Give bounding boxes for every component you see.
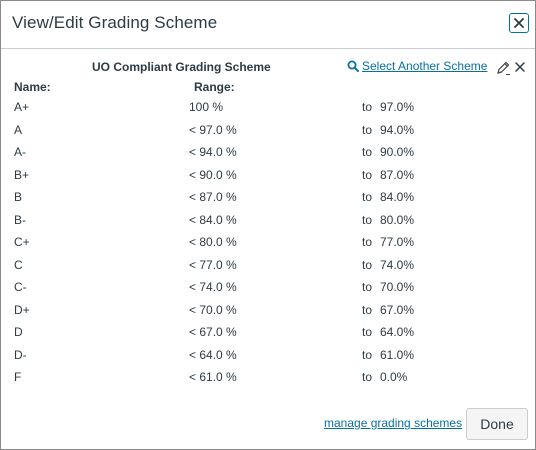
- grade-min-value: 74.0%: [380, 257, 415, 272]
- grading-scheme-table: A+ 100 % to 97.0% A < 97.0 % to 94.0% A- < 94.0 %…: [1, 96, 535, 389]
- dialog-header: View/Edit Grading Scheme: [1, 1, 535, 49]
- grade-name: A-: [14, 145, 26, 159]
- grade-min-value: 90.0%: [380, 145, 415, 159]
- grade-min-value: 61.0%: [380, 347, 415, 362]
- grade-min-value: 84.0%: [380, 190, 415, 204]
- grade-range: < 90.0 %: [189, 167, 237, 182]
- remove-scheme-icon[interactable]: [514, 61, 526, 73]
- grade-row: A- < 94.0 % to 90.0%: [1, 141, 535, 164]
- select-another-scheme-label[interactable]: Select Another Scheme: [362, 59, 487, 73]
- grade-row: C < 77.0 % to 74.0%: [1, 254, 535, 277]
- grade-range: < 70.0 %: [189, 302, 237, 317]
- grade-min-value: 0.0%: [380, 370, 408, 384]
- grade-min-value: 77.0%: [380, 235, 415, 249]
- grade-name: C-: [14, 280, 27, 294]
- grade-to-label: to: [362, 190, 373, 204]
- grade-name: C+: [14, 235, 30, 249]
- grade-name: A+: [14, 100, 30, 114]
- grade-to-label: to: [362, 257, 373, 272]
- grade-min-value: 64.0%: [380, 325, 415, 339]
- grade-row: A < 97.0 % to 94.0%: [1, 119, 535, 142]
- grade-range: < 61.0 %: [189, 370, 237, 384]
- grade-row: B+ < 90.0 % to 87.0%: [1, 164, 535, 187]
- range-column-header: Range:: [194, 80, 235, 94]
- grade-range: < 84.0 %: [189, 212, 237, 227]
- grade-name: B: [14, 190, 23, 204]
- manage-grading-schemes-link[interactable]: manage grading schemes: [324, 416, 462, 430]
- grade-to-label: to: [362, 167, 373, 182]
- grade-range: < 94.0 %: [189, 145, 237, 159]
- grade-row: D+ < 70.0 % to 67.0%: [1, 299, 535, 322]
- grade-to-label: to: [362, 212, 373, 227]
- grade-name: D+: [14, 302, 30, 317]
- grade-name: A: [14, 122, 23, 137]
- grade-min-value: 67.0%: [380, 302, 415, 317]
- grade-to-label: to: [362, 122, 373, 137]
- grade-row: D < 67.0 % to 64.0%: [1, 321, 535, 344]
- name-column-header: Name:: [14, 80, 51, 94]
- grade-range: < 87.0 %: [189, 190, 237, 204]
- grade-range: < 77.0 %: [189, 257, 237, 272]
- grading-scheme-dialog: View/Edit Grading Scheme UO Compliant Gr…: [0, 0, 536, 450]
- grade-min-value: 97.0%: [380, 100, 415, 114]
- grade-to-label: to: [362, 325, 373, 339]
- grade-name: D: [14, 325, 23, 339]
- grade-row: C+ < 80.0 % to 77.0%: [1, 231, 535, 254]
- grade-to-label: to: [362, 100, 373, 114]
- grade-min-value: 94.0%: [380, 122, 415, 137]
- grade-name: B-: [14, 212, 26, 227]
- grade-range: < 80.0 %: [189, 235, 237, 249]
- grade-name: D-: [14, 347, 27, 362]
- grade-to-label: to: [362, 370, 373, 384]
- grade-range: 100 %: [189, 100, 224, 114]
- grade-min-value: 70.0%: [380, 280, 415, 294]
- grade-range: < 74.0 %: [189, 280, 237, 294]
- grade-min-value: 80.0%: [380, 212, 415, 227]
- grade-row: B- < 84.0 % to 80.0%: [1, 209, 535, 232]
- dialog-title: View/Edit Grading Scheme: [12, 13, 218, 32]
- grade-row: C- < 74.0 % to 70.0%: [1, 276, 535, 299]
- grade-range: < 64.0 %: [189, 347, 237, 362]
- grade-to-label: to: [362, 347, 373, 362]
- grade-to-label: to: [362, 235, 373, 249]
- done-button[interactable]: Done: [466, 408, 528, 440]
- select-another-scheme-link[interactable]: Select Another Scheme: [347, 59, 487, 73]
- pencil-icon[interactable]: [495, 60, 511, 76]
- search-icon: [347, 60, 359, 72]
- close-dialog-button[interactable]: [509, 13, 529, 33]
- grade-to-label: to: [362, 302, 373, 317]
- grade-to-label: to: [362, 145, 373, 159]
- grade-min-value: 87.0%: [380, 167, 415, 182]
- grade-name: B+: [14, 167, 30, 182]
- grade-to-label: to: [362, 280, 373, 294]
- grade-name: F: [14, 370, 22, 384]
- scheme-name: UO Compliant Grading Scheme: [92, 60, 271, 74]
- grade-row: F < 61.0 % to 0.0%: [1, 366, 535, 389]
- close-icon: [514, 18, 524, 28]
- grade-row: B < 87.0 % to 84.0%: [1, 186, 535, 209]
- grade-range: < 97.0 %: [189, 122, 237, 137]
- grade-row: A+ 100 % to 97.0%: [1, 96, 535, 119]
- grade-range: < 67.0 %: [189, 325, 237, 339]
- grade-name: C: [14, 257, 23, 272]
- grade-row: D- < 64.0 % to 61.0%: [1, 344, 535, 367]
